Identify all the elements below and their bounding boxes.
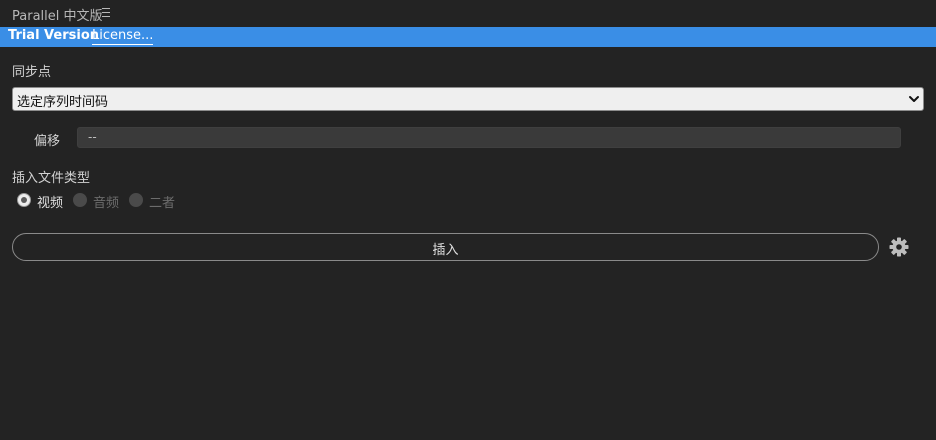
- trial-version-label: Trial Version: [8, 28, 100, 43]
- parallel-panel: Parallel 中文版 Trial Version License... 同步…: [0, 0, 936, 440]
- gear-icon[interactable]: [889, 237, 909, 257]
- radio-both-indicator: [129, 193, 143, 207]
- sync-point-select[interactable]: 选定序列时间码: [12, 87, 924, 111]
- radio-audio-indicator: [73, 193, 87, 207]
- offset-label: 偏移: [34, 134, 61, 149]
- sync-point-label: 同步点: [12, 65, 52, 80]
- license-bar: Trial Version License...: [0, 27, 936, 47]
- insert-button-label: 插入: [432, 243, 459, 258]
- radio-video-label: 视频: [37, 196, 64, 211]
- license-link[interactable]: License...: [92, 28, 154, 45]
- radio-both-label: 二者: [149, 196, 176, 211]
- chevron-down-icon: [909, 96, 919, 102]
- radio-audio-label: 音频: [93, 196, 120, 211]
- radio-video-indicator: [17, 193, 31, 207]
- insert-file-type-label: 插入文件类型: [12, 171, 91, 186]
- sync-point-selected-value: 选定序列时间码: [17, 95, 109, 110]
- insert-button[interactable]: 插入: [12, 233, 879, 261]
- panel-titlebar: Parallel 中文版: [0, 0, 936, 27]
- panel-title[interactable]: Parallel 中文版: [12, 5, 103, 24]
- hamburger-menu-icon[interactable]: [102, 8, 110, 17]
- offset-input[interactable]: --: [77, 127, 901, 148]
